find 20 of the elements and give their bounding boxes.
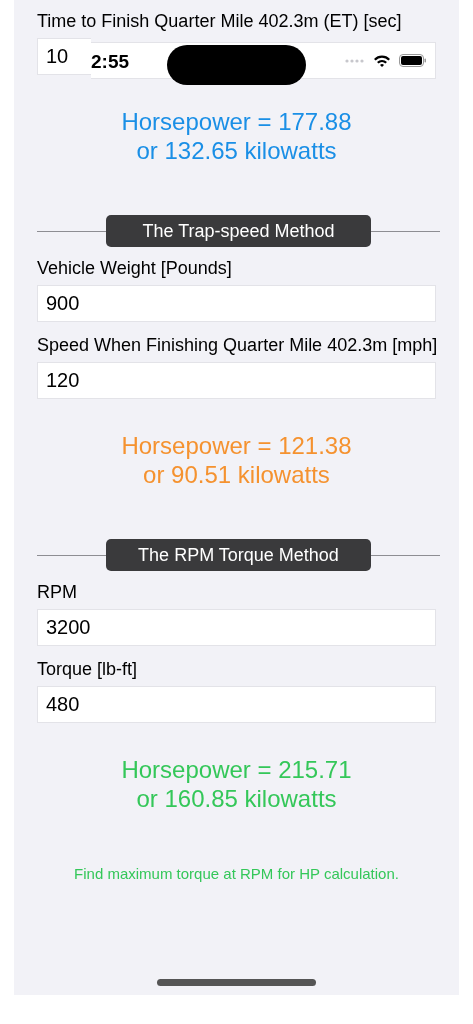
input-field[interactable]: 3200: [37, 609, 436, 646]
input-field[interactable]: 480: [37, 686, 436, 723]
battery-icon: [399, 54, 427, 67]
field-label: Time to Finish Quarter Mile 402.3m (ET) [sec]: [37, 10, 403, 32]
field-label: Speed When Finishing Quarter Mile 402.3m [mph]: [37, 334, 436, 356]
status-time: 2:55: [91, 50, 130, 75]
field-label: RPM: [37, 581, 78, 603]
footnote-text: Find maximum torque at RPM for HP calculation.: [73, 864, 400, 884]
input-field[interactable]: 120: [37, 362, 436, 399]
section-heading: The Trap-speed Method: [106, 215, 371, 247]
signal-icon: [345, 58, 365, 63]
wifi-icon: [373, 53, 391, 68]
section-heading: The RPM Torque Method: [106, 539, 371, 571]
field-label: Torque [lb-ft]: [37, 658, 139, 680]
input-field[interactable]: 900: [37, 285, 436, 322]
result-text: Horsepower = 215.71 or 160.85 kilowatts: [120, 755, 353, 813]
result-text: Horsepower = 121.38 or 90.51 kilowatts: [120, 431, 353, 489]
input-field[interactable]: 10: [37, 38, 91, 75]
field-label: Vehicle Weight [Pounds]: [37, 257, 233, 279]
result-text: Horsepower = 177.88 or 132.65 kilowatts: [120, 107, 353, 165]
